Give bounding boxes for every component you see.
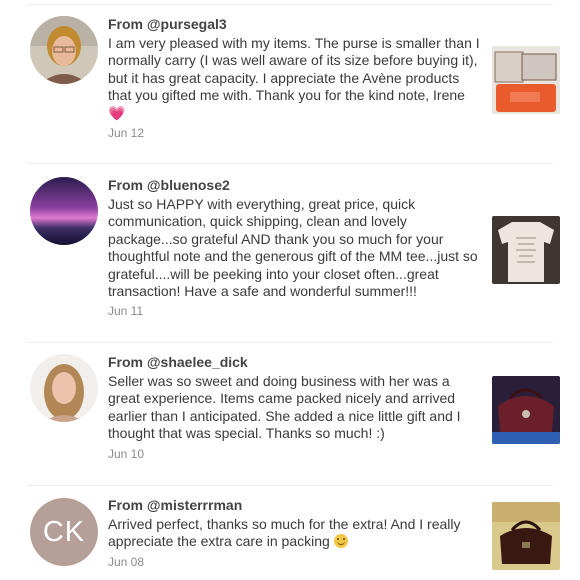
user-avatar[interactable] bbox=[30, 177, 98, 245]
divider bbox=[27, 342, 553, 343]
smile-emoji-icon bbox=[333, 534, 348, 549]
item-thumbnail[interactable] bbox=[492, 376, 560, 444]
review-author[interactable]: From @misterrrman bbox=[108, 497, 480, 513]
divider bbox=[27, 4, 553, 5]
user-avatar[interactable] bbox=[30, 16, 98, 84]
divider bbox=[27, 485, 553, 486]
review-text: I am very pleased with my items. The pur… bbox=[108, 35, 480, 121]
item-thumbnail[interactable] bbox=[492, 216, 560, 284]
divider bbox=[27, 163, 553, 164]
review-date: Jun 08 bbox=[108, 554, 145, 569]
review-text: Seller was so sweet and doing business w… bbox=[108, 373, 461, 442]
user-avatar[interactable] bbox=[30, 354, 98, 422]
review-date: Jun 12 bbox=[108, 126, 145, 141]
review-author[interactable]: From @pursegal3 bbox=[108, 16, 480, 32]
item-thumbnail[interactable] bbox=[492, 502, 560, 570]
review-text: Arrived perfect, thanks so much for the … bbox=[108, 516, 461, 550]
heart-emoji-icon: 💗 bbox=[108, 104, 126, 121]
review-author[interactable]: From @bluenose2 bbox=[108, 177, 480, 193]
item-thumbnail[interactable] bbox=[492, 46, 560, 114]
review-date: Jun 10 bbox=[108, 446, 145, 461]
review-author[interactable]: From @shaelee_dick bbox=[108, 354, 480, 370]
user-avatar[interactable]: CK bbox=[30, 498, 98, 566]
review-date: Jun 11 bbox=[108, 304, 144, 319]
review-text: Just so HAPPY with everything, great pri… bbox=[108, 196, 478, 300]
